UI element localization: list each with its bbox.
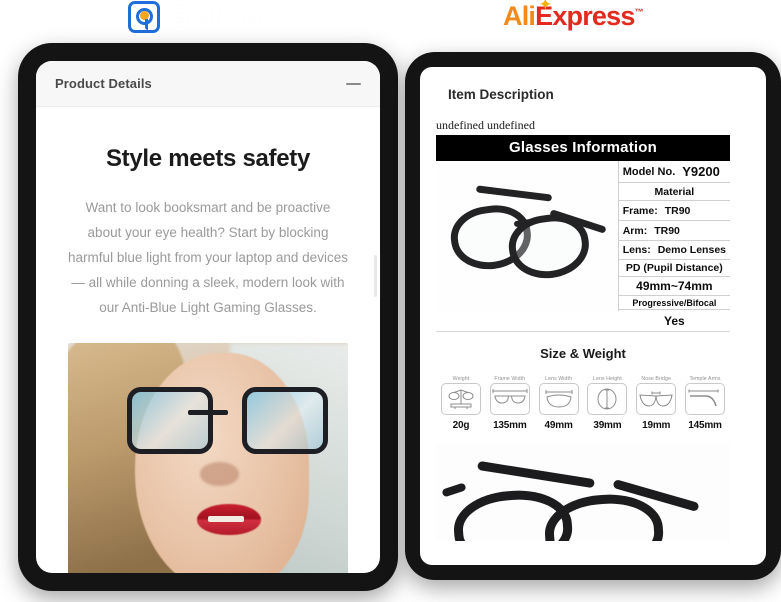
item-description-title: Item Description [448, 87, 554, 102]
lens-width-icon [538, 383, 579, 416]
minus-icon[interactable] [346, 82, 361, 85]
nose-bridge-icon [636, 383, 677, 416]
left-device-frame: Product Details Style meets safety Want … [18, 43, 398, 591]
size-weight-label: Nose Bridge [641, 376, 672, 382]
size-weight-section: Size & Weight Weight 20g Frame Width 135mm L… [436, 346, 730, 431]
size-weight-value: 49mm [544, 420, 573, 432]
glasses-side-photo [436, 445, 730, 542]
spec-row-value: Progressive/Bifocal [632, 297, 717, 308]
right-screen: Item Description undefined undefined Gla… [420, 67, 766, 565]
glasses-product-photo [436, 161, 619, 311]
product-details-title: Product Details [55, 76, 152, 91]
spec-row: Progressive/Bifocal [618, 296, 730, 310]
size-weight-value: 135mm [493, 420, 527, 432]
spec-row: Yes [619, 310, 730, 331]
description-paragraph: Want to look booksmart and be proactive … [68, 199, 348, 315]
spec-row-value: 49mm~74mm [636, 279, 713, 293]
aliexpress-ali-text: Ali [503, 1, 536, 31]
size-weight-value: 145mm [688, 420, 722, 432]
left-screen: Product Details Style meets safety Want … [36, 61, 380, 573]
spec-row: 49mm~74mm [618, 277, 730, 296]
size-weight-label: Temple Arms [689, 376, 721, 382]
spec-row: Model No. Y9200 [618, 161, 730, 183]
spec-row-value: Yes [664, 313, 685, 328]
page-title: Style meets safety [105, 145, 311, 172]
scale-icon [441, 383, 481, 416]
sellvia-logo: Sellvia [128, 0, 262, 33]
spec-row: PD (Pupil Distance) [618, 260, 730, 277]
product-details-header[interactable]: Product Details [36, 61, 380, 107]
glasses-information-banner: Glasses Information [436, 135, 730, 161]
aliexpress-logo: ✦ AliExpress™ [503, 0, 644, 31]
size-weight-label: Weight [452, 376, 470, 382]
spec-row: Arm: TR90 [618, 221, 730, 241]
sellvia-bulb-icon [128, 1, 160, 33]
size-weight-item: Nose Bridge 19mm [635, 376, 677, 432]
size-weight-item: Temple Arms 145mm [684, 376, 726, 432]
spec-table: Model No. Y9200 Material Frame: TR90 Arm: TR90… [618, 161, 730, 331]
spec-row: Material [618, 183, 730, 201]
size-weight-item: Frame Width 135mm [489, 376, 531, 432]
size-weight-value: 39mm [593, 420, 622, 432]
item-description-panel: Item Description undefined undefined Gla… [420, 67, 766, 565]
size-weight-title: Size & Weight [540, 346, 626, 361]
hero-photo [68, 342, 348, 573]
size-weight-value: 20g [452, 420, 470, 432]
frame-width-icon [489, 383, 530, 416]
aliexpress-tm: ™ [634, 7, 644, 17]
undefined-placeholder-text: undefined undefined [436, 118, 535, 132]
spec-row-value: PD (Pupil Distance) [625, 262, 723, 274]
spec-row: Lens: Demo Lenses [618, 241, 730, 260]
size-weight-grid: Weight 20g Frame Width 135mm Lens Width 49mm L… [436, 376, 730, 432]
spec-section: Model No. Y9200 Material Frame: TR90 Arm: TR90… [436, 161, 730, 332]
spec-row-key: Arm: [622, 224, 648, 237]
spec-row: Frame: TR90 [618, 201, 730, 221]
sparkle-icon: ✦ [539, 0, 552, 12]
spec-row-value: TR90 [654, 224, 680, 237]
size-weight-item: Weight 20g [440, 376, 482, 432]
spec-row-key: Frame: [622, 204, 658, 217]
spec-row-value: Material [654, 185, 695, 198]
scrollbar[interactable] [374, 255, 377, 297]
lens-height-icon [587, 383, 628, 416]
temple-arm-icon [684, 383, 725, 416]
size-weight-value: 19mm [642, 420, 671, 432]
spec-row-value: Y9200 [682, 164, 720, 179]
left-panel-body: Style meets safety Want to look booksmar… [36, 107, 380, 573]
spec-row-key: Lens: [622, 244, 651, 256]
logo-row: Sellvia ✦ AliExpress™ [0, 0, 781, 44]
right-device-frame: Item Description undefined undefined Gla… [405, 52, 781, 580]
spec-row-value: TR90 [664, 204, 691, 217]
spec-row-value: Demo Lenses [657, 244, 726, 256]
size-weight-label: Frame Width [494, 376, 526, 382]
size-weight-label: Lens Height [592, 376, 622, 382]
sellvia-wordmark: Sellvia [169, 0, 262, 33]
size-weight-item: Lens Width 49mm [538, 376, 580, 432]
spec-row-key: Model No. [622, 165, 676, 178]
size-weight-item: Lens Height 39mm [586, 376, 628, 432]
size-weight-label: Lens Width [545, 376, 573, 382]
